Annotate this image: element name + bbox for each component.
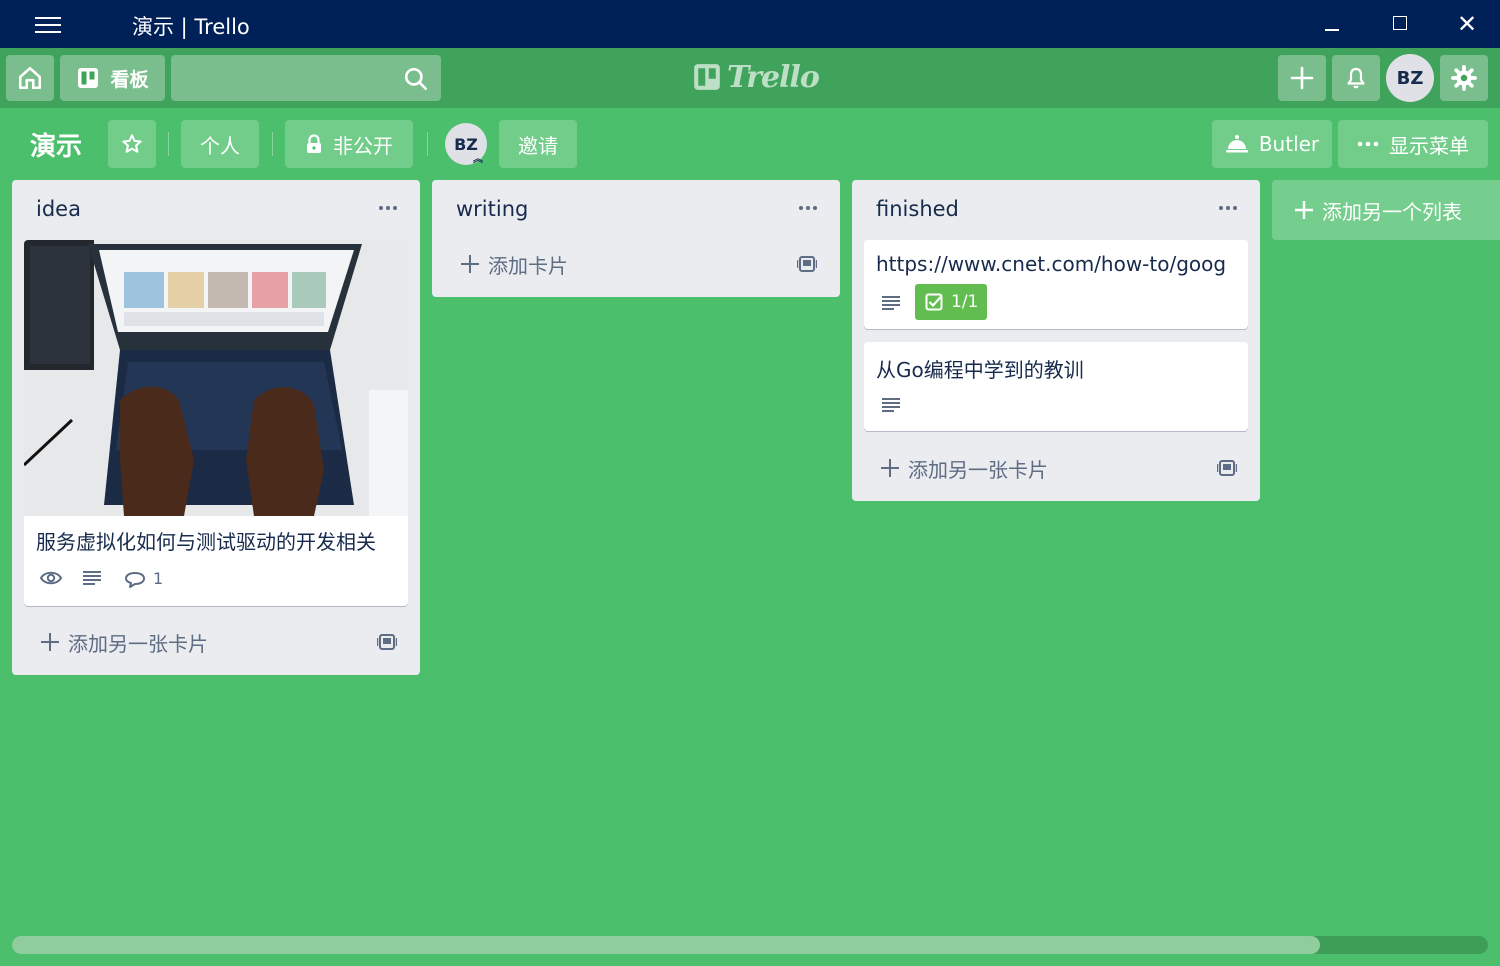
- list-finished: finished https://www.cnet.com/how-to/goo…: [852, 180, 1260, 501]
- plus-icon: [1295, 201, 1313, 219]
- invite-button[interactable]: 邀请: [499, 120, 577, 168]
- add-card-button[interactable]: 添加另一张卡片: [880, 452, 1048, 484]
- board-icon: [78, 68, 99, 88]
- divider: [168, 132, 169, 156]
- list-header: writing: [432, 180, 840, 240]
- checklist-count: 1/1: [951, 292, 979, 312]
- list-header: finished: [852, 180, 1260, 240]
- plus-icon: [881, 459, 899, 477]
- add-list-label: 添加另一个列表: [1322, 199, 1462, 224]
- boards-button[interactable]: 看板: [60, 55, 165, 101]
- plus-icon: [461, 255, 479, 273]
- list-title[interactable]: finished: [876, 197, 959, 221]
- search-input[interactable]: [171, 55, 391, 101]
- lock-icon: [307, 134, 321, 153]
- horizontal-scrollbar-thumb[interactable]: [12, 936, 1320, 954]
- add-card-button[interactable]: 添加另一张卡片: [40, 626, 208, 658]
- window-titlebar: 演示 | Trello ✕: [0, 0, 1500, 48]
- card-template-icon[interactable]: [797, 254, 817, 274]
- star-icon: [122, 134, 142, 153]
- ellipsis-icon: [1357, 141, 1379, 147]
- butler-label: Butler: [1258, 132, 1320, 156]
- list-title[interactable]: writing: [456, 197, 528, 221]
- boards-label: 看板: [110, 68, 149, 91]
- card-go-lessons[interactable]: 从Go编程中学到的教训: [864, 342, 1248, 431]
- home-icon: [18, 66, 42, 90]
- description-icon: [882, 398, 900, 412]
- card-title: 从Go编程中学到的教训: [876, 358, 1084, 382]
- maximize-button[interactable]: [1366, 0, 1433, 48]
- team-label: 个人: [200, 133, 240, 158]
- plus-icon: [41, 633, 59, 651]
- add-card-label: 添加另一张卡片: [908, 457, 1048, 482]
- invite-label: 邀请: [518, 133, 558, 158]
- description-icon: [882, 296, 900, 310]
- maximize-icon: [1393, 16, 1407, 30]
- search-icon[interactable]: [403, 66, 429, 92]
- card-service-virtualization[interactable]: 服务虚拟化如何与测试驱动的开发相关 1: [24, 240, 408, 606]
- checkbox-icon: [925, 293, 943, 311]
- card-title: 服务虚拟化如何与测试驱动的开发相关: [36, 530, 376, 554]
- show-menu-button[interactable]: 显示菜单: [1338, 120, 1488, 168]
- search-box: [171, 55, 441, 101]
- board-header: 演示 个人 非公开 BZ ︽ 邀请 Butler 显示菜单: [0, 108, 1500, 180]
- eye-icon: [40, 571, 62, 585]
- hamburger-menu-icon[interactable]: [30, 12, 66, 38]
- home-button[interactable]: [6, 55, 54, 101]
- card-template-icon[interactable]: [377, 632, 397, 652]
- divider: [272, 132, 273, 156]
- minimize-icon: [1325, 29, 1339, 31]
- list-header: idea: [12, 180, 420, 240]
- add-list-button[interactable]: 添加另一个列表: [1272, 180, 1500, 240]
- list-idea: idea 服务虚拟化如何与测试驱动的开发相关 1 添加另一张卡片: [12, 180, 420, 675]
- plus-icon: [1290, 66, 1314, 90]
- add-card-label: 添加另一张卡片: [68, 631, 208, 656]
- close-button[interactable]: ✕: [1433, 0, 1500, 48]
- bell-icon: [1347, 67, 1365, 89]
- comment-count: 1: [153, 569, 164, 588]
- app-header: 看板 Trello BZ: [0, 48, 1500, 108]
- create-button[interactable]: [1278, 55, 1326, 101]
- comment-icon: [125, 572, 145, 588]
- board-title[interactable]: 演示: [30, 126, 82, 163]
- trello-logo-text: Trello: [727, 59, 820, 95]
- visibility-button[interactable]: 非公开: [285, 120, 413, 168]
- list-writing: writing 添加卡片: [432, 180, 840, 297]
- member-avatar[interactable]: BZ ︽: [445, 123, 487, 165]
- close-icon: ✕: [1457, 10, 1478, 38]
- card-cover-image: [24, 240, 408, 516]
- butler-button[interactable]: Butler: [1212, 120, 1332, 168]
- butler-bell-icon: [1225, 135, 1248, 153]
- show-menu-label: 显示菜单: [1389, 133, 1469, 158]
- trello-logo[interactable]: Trello: [693, 59, 820, 95]
- list-menu-button[interactable]: [794, 194, 822, 222]
- list-menu-button[interactable]: [374, 194, 402, 222]
- user-avatar[interactable]: BZ: [1386, 54, 1434, 102]
- visibility-label: 非公开: [333, 133, 393, 158]
- notifications-button[interactable]: [1332, 55, 1380, 101]
- admin-chevron-icon: ︽: [473, 154, 483, 165]
- divider: [427, 132, 428, 156]
- list-menu-button[interactable]: [1214, 194, 1242, 222]
- list-title[interactable]: idea: [36, 197, 81, 221]
- add-card-label: 添加卡片: [488, 253, 568, 278]
- settings-button[interactable]: [1440, 55, 1488, 101]
- card-cnet-link[interactable]: https://www.cnet.com/how-to/goog 1/1: [864, 240, 1248, 329]
- add-card-button[interactable]: 添加卡片: [460, 248, 568, 280]
- trello-logo-icon: [694, 64, 720, 90]
- window-title: 演示 | Trello: [132, 15, 250, 39]
- team-button[interactable]: 个人: [181, 120, 259, 168]
- checklist-badge: 1/1: [915, 284, 987, 320]
- card-template-icon[interactable]: [1217, 458, 1237, 478]
- card-title: https://www.cnet.com/how-to/goog: [876, 252, 1227, 276]
- minimize-button[interactable]: [1298, 0, 1365, 48]
- description-icon: [83, 571, 101, 585]
- gear-icon: [1451, 65, 1477, 91]
- star-board-button[interactable]: [108, 120, 156, 168]
